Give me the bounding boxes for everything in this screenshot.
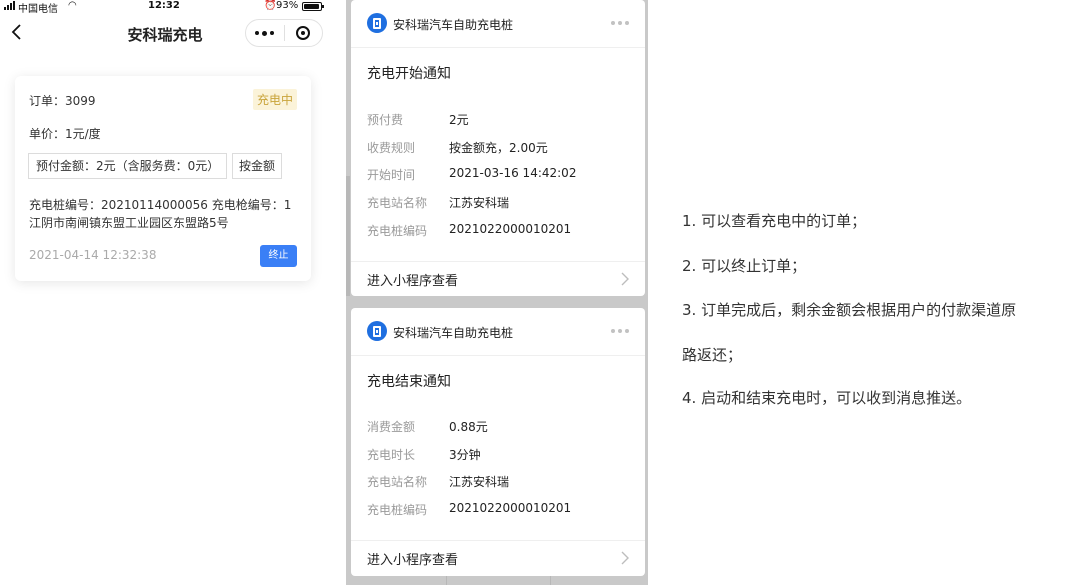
carrier-name: 中国电信 xyxy=(18,4,58,15)
note-item: 3. 订单完成后，剩余金额会根据用户的付款渠道原 xyxy=(682,301,1017,319)
open-mini-program-link[interactable]: 进入小程序查看 xyxy=(351,261,645,295)
order-card: 订单：3099 充电中 单价：1元/度 预付金额：2元（含服务费：0元） 按金额… xyxy=(15,76,311,281)
field-key: 充电站名称 xyxy=(367,196,428,210)
status-badge: 充电中 xyxy=(252,89,297,110)
field-value: 江苏安科瑞 xyxy=(449,196,510,210)
chevron-right-icon xyxy=(621,551,629,565)
order-number: 订单：3099 xyxy=(29,94,96,108)
more-dots-icon[interactable] xyxy=(611,21,629,25)
more-dots-icon[interactable] xyxy=(611,329,629,333)
field-key: 开始时间 xyxy=(367,168,416,182)
app-name: 安科瑞汽车自助充电桩 xyxy=(393,18,514,32)
charging-station-icon xyxy=(367,321,387,341)
charging-station-icon xyxy=(367,13,387,33)
unit-price: 单价：1元/度 xyxy=(29,127,101,141)
note-item: 2. 可以终止订单； xyxy=(682,257,807,275)
nav-bar: 安科瑞充电 xyxy=(0,14,330,52)
charge-mode: 按金额 xyxy=(232,153,283,179)
field-value: 2021022000010201 xyxy=(449,501,572,515)
field-value: 按金额充，2.00元 xyxy=(449,141,548,155)
target-circle-icon[interactable] xyxy=(284,20,322,46)
field-key: 预付费 xyxy=(367,113,404,127)
note-item: 1. 可以查看充电中的订单； xyxy=(682,212,867,230)
field-key: 消费金额 xyxy=(367,420,416,434)
note-item: 4. 启动和结束充电时，可以收到消息推送。 xyxy=(682,389,972,407)
field-key: 充电桩编码 xyxy=(367,224,428,238)
signal-bars-icon xyxy=(4,1,15,10)
field-value: 0.88元 xyxy=(449,420,488,434)
stop-order-button[interactable]: 终止 xyxy=(260,245,297,267)
field-value: 2021-03-16 14:42:02 xyxy=(449,166,577,180)
pile-number: 充电桩编号：20210114000056 充电枪编号：1 xyxy=(29,198,292,212)
field-value: 2021022000010201 xyxy=(449,222,572,236)
mini-program-capsule xyxy=(245,19,323,47)
notification-title: 充电开始通知 xyxy=(367,66,451,82)
field-key: 充电时长 xyxy=(367,448,416,462)
note-item: 路返还； xyxy=(682,346,743,364)
station-address: 江阴市南闸镇东盟工业园区东盟路5号 xyxy=(29,216,229,230)
app-name: 安科瑞汽车自助充电桩 xyxy=(393,326,514,340)
prepay-amount: 预付金额：2元（含服务费：0元） xyxy=(28,153,228,179)
status-bar: 中国电信 ◠ 12:32 ⏰ 93% xyxy=(0,0,330,15)
link-label: 进入小程序查看 xyxy=(367,553,459,568)
field-key: 充电桩编码 xyxy=(367,503,428,517)
link-label: 进入小程序查看 xyxy=(367,274,459,289)
battery-icon xyxy=(302,2,324,11)
phone-screen: 中国电信 ◠ 12:32 ⏰ 93% 安科瑞充电 订单：3099 充电中 单价：… xyxy=(0,0,330,585)
pile-info: 充电桩编号：20210114000056 充电枪编号：1 江阴市南闸镇东盟工业园… xyxy=(29,196,299,232)
wifi-icon: ◠ xyxy=(68,0,77,11)
notification-title: 充电结束通知 xyxy=(367,374,451,390)
field-key: 收费规则 xyxy=(367,141,416,155)
notification-card-start: 安科瑞汽车自助充电桩 充电开始通知 预付费 2元 收费规则 按金额充，2.00元… xyxy=(351,0,645,296)
order-time: 2021-04-14 12:32:38 xyxy=(29,248,157,262)
field-key: 充电站名称 xyxy=(367,475,428,489)
chevron-right-icon xyxy=(621,272,629,286)
alarm-icon: ⏰ xyxy=(264,0,277,11)
battery-percent: 93% xyxy=(276,0,299,11)
field-value: 江苏安科瑞 xyxy=(449,475,510,489)
field-value: 2元 xyxy=(449,113,469,127)
open-mini-program-link[interactable]: 进入小程序查看 xyxy=(351,540,645,574)
more-dots-icon[interactable] xyxy=(246,20,284,46)
notification-header: 安科瑞汽车自助充电桩 xyxy=(351,308,645,356)
field-value: 3分钟 xyxy=(449,448,481,462)
notification-header: 安科瑞汽车自助充电桩 xyxy=(351,0,645,48)
status-time: 12:32 xyxy=(148,0,180,11)
notification-card-end: 安科瑞汽车自助充电桩 充电结束通知 消费金额 0.88元 充电时长 3分钟 充电… xyxy=(351,308,645,576)
